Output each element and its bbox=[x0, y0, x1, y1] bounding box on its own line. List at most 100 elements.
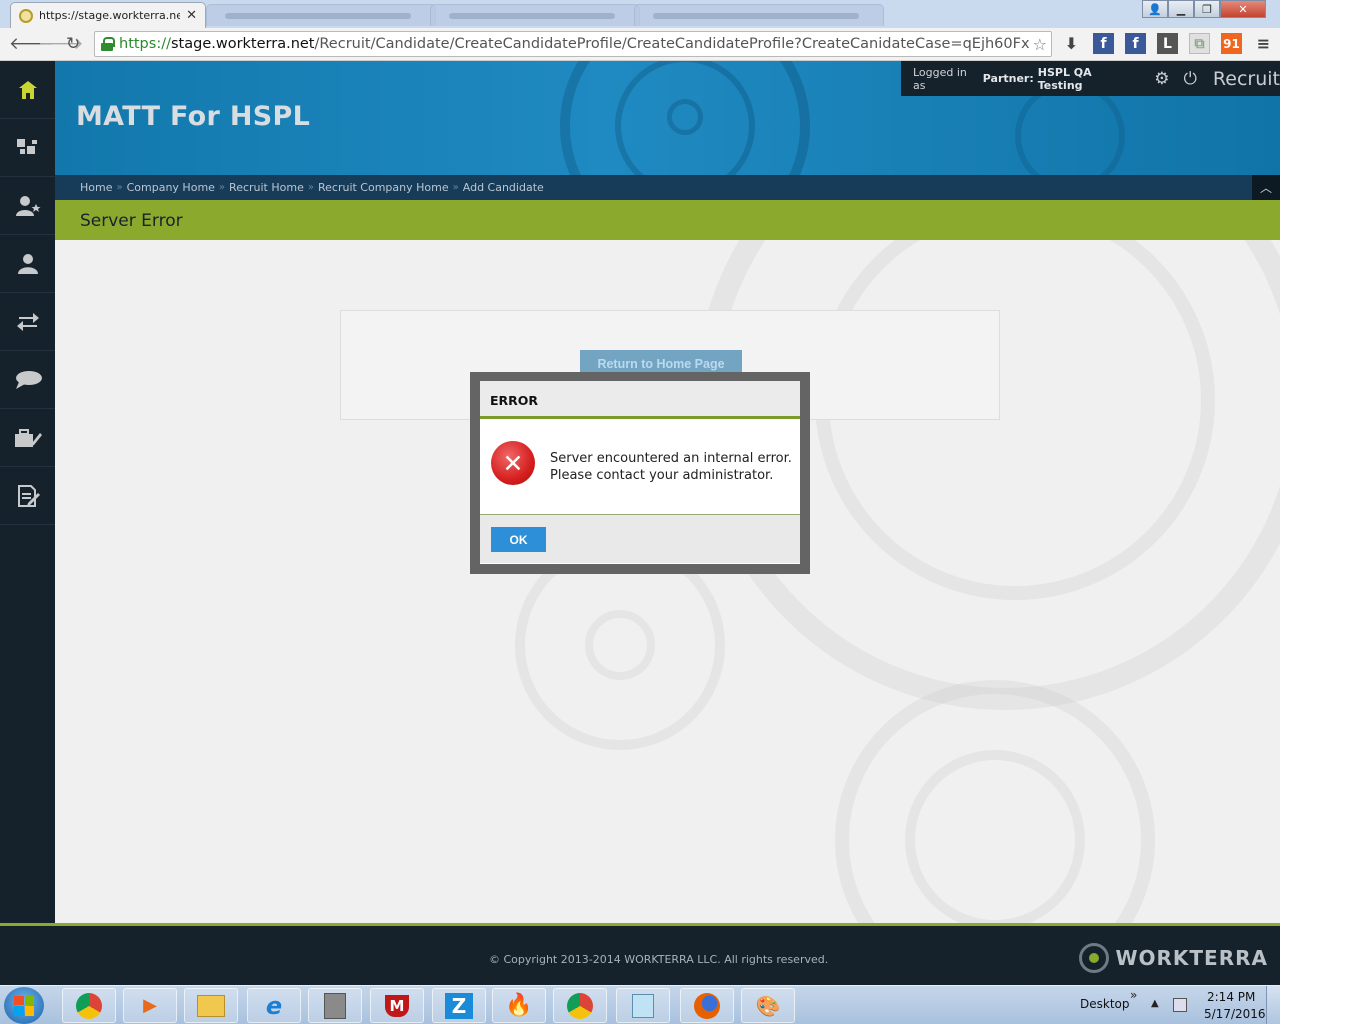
taskbar-fire-app[interactable]: 🔥 bbox=[492, 988, 546, 1023]
user-star-icon bbox=[15, 195, 40, 216]
lock-icon bbox=[101, 37, 115, 51]
download-icon[interactable]: ⬇ bbox=[1061, 33, 1082, 54]
collapse-header-icon[interactable]: ︿ bbox=[1252, 175, 1280, 200]
menu-icon[interactable]: ≡ bbox=[1253, 33, 1274, 54]
puzzle-icon[interactable]: ⧉ bbox=[1189, 33, 1210, 54]
error-message-line-1: Server encountered an internal error. bbox=[550, 451, 792, 466]
facebook-icon[interactable]: f bbox=[1125, 33, 1146, 54]
network-icon[interactable] bbox=[1173, 998, 1187, 1012]
tab-title: https://stage.workterra.ne bbox=[39, 9, 181, 22]
chrome-icon bbox=[76, 992, 102, 1019]
breadcrumb-separator: » bbox=[116, 182, 123, 193]
breadcrumb-item-company-home[interactable]: Company Home bbox=[127, 181, 215, 194]
breadcrumb-item-recruit-home[interactable]: Recruit Home bbox=[229, 181, 304, 194]
91-icon[interactable]: 91 bbox=[1221, 33, 1242, 54]
tray-expand-icon[interactable]: ▲ bbox=[1151, 998, 1159, 1009]
maximize-icon[interactable]: ❐ bbox=[1194, 0, 1220, 18]
site-favicon-icon bbox=[19, 8, 33, 23]
sidebar-item-candidates[interactable] bbox=[0, 177, 55, 235]
home-icon bbox=[18, 80, 37, 99]
file-explorer-icon bbox=[197, 994, 225, 1017]
user-icon bbox=[17, 253, 38, 274]
archive-icon bbox=[324, 992, 346, 1019]
z-app-icon: Z bbox=[444, 992, 474, 1019]
taskbar-mcafee[interactable]: M bbox=[370, 988, 424, 1023]
taskbar-internet-explorer[interactable]: e bbox=[247, 988, 301, 1023]
page-title: Server Error bbox=[80, 211, 183, 231]
minimize-icon[interactable]: ▁ bbox=[1168, 0, 1194, 18]
ok-button[interactable]: OK bbox=[491, 527, 546, 552]
desktop-toolbar-label[interactable]: Desktop bbox=[1080, 997, 1130, 1011]
module-name[interactable]: Recruit bbox=[1213, 68, 1280, 90]
show-desktop-button[interactable] bbox=[1266, 986, 1280, 1024]
site-title: MATT For HSPL bbox=[76, 101, 311, 132]
profile-icon[interactable]: 👤 bbox=[1142, 0, 1168, 18]
browser-tab-inactive[interactable] bbox=[206, 4, 436, 26]
reload-icon[interactable]: ↻ bbox=[66, 34, 80, 54]
address-bar[interactable]: https://stage.workterra.net/Recruit/Cand… bbox=[94, 31, 1052, 57]
taskbar-media-player[interactable]: ▶ bbox=[123, 988, 177, 1023]
puzzle-icon bbox=[16, 138, 37, 154]
clock-time[interactable]: 2:14 PM bbox=[1207, 990, 1255, 1004]
taskbar: ▶ e M Z 🔥 🎨 Desktop » ▲ 2:14 PM 5/17/201… bbox=[0, 985, 1280, 1024]
url-host: stage.workterra.net bbox=[170, 36, 315, 52]
breadcrumb-item-home[interactable]: Home bbox=[80, 181, 112, 194]
taskbar-notepad[interactable] bbox=[616, 988, 670, 1023]
breadcrumb-separator: » bbox=[452, 182, 459, 193]
error-dialog: ERROR ✕ Server encountered an internal e… bbox=[480, 381, 800, 564]
taskbar-archive[interactable] bbox=[308, 988, 362, 1023]
taskbar-paint[interactable]: 🎨 bbox=[741, 988, 795, 1023]
error-x-icon: ✕ bbox=[491, 441, 535, 485]
url-path: /Recruit/Candidate/CreateCandidateProfil… bbox=[314, 36, 1029, 52]
logged-in-label: Logged in as bbox=[913, 65, 967, 92]
power-icon[interactable]: ⏻ bbox=[1183, 69, 1196, 89]
taskbar-firefox[interactable] bbox=[680, 988, 734, 1023]
firefox-icon bbox=[694, 992, 720, 1019]
sidebar-item-home[interactable] bbox=[0, 61, 55, 119]
bookmark-star-icon[interactable]: ☆ bbox=[1029, 35, 1051, 54]
swap-arrows-icon bbox=[16, 312, 39, 331]
breadcrumb-item-add-candidate: Add Candidate bbox=[462, 181, 544, 194]
notepad-icon bbox=[632, 993, 654, 1018]
document-edit-icon bbox=[17, 484, 40, 507]
workterra-logo: WORKTERRA bbox=[1079, 943, 1268, 973]
sidebar bbox=[0, 61, 55, 923]
sidebar-item-users[interactable] bbox=[0, 235, 55, 293]
browser-tab-inactive[interactable] bbox=[430, 4, 640, 26]
sidebar-item-reports[interactable] bbox=[0, 467, 55, 525]
sidebar-item-transfer[interactable] bbox=[0, 293, 55, 351]
mcafee-icon: M bbox=[384, 994, 410, 1017]
close-window-icon[interactable]: ✕ bbox=[1220, 0, 1266, 18]
url-text[interactable]: https://stage.workterra.net/Recruit/Cand… bbox=[119, 36, 1029, 52]
browser-toolbar: 🡐 🡒 ↻ https://stage.workterra.net/Recrui… bbox=[0, 28, 1280, 61]
workterra-logo-icon bbox=[1079, 943, 1110, 973]
taskbar-file-explorer[interactable] bbox=[184, 988, 238, 1023]
sidebar-item-jobs[interactable] bbox=[0, 409, 55, 467]
screen-margin bbox=[1280, 0, 1358, 1024]
toolbar-chevron-icon[interactable]: » bbox=[1130, 988, 1137, 1002]
breadcrumb: Home » Company Home » Recruit Home » Rec… bbox=[55, 175, 1280, 200]
letter-l-icon[interactable]: L bbox=[1157, 33, 1178, 54]
page-title-bar: Server Error bbox=[55, 200, 1280, 240]
gear-icon[interactable]: ⚙ bbox=[1154, 69, 1169, 89]
taskbar-z-app[interactable]: Z bbox=[432, 988, 486, 1023]
tab-close-icon[interactable]: ✕ bbox=[186, 8, 197, 23]
start-button[interactable] bbox=[4, 987, 44, 1024]
clock-date[interactable]: 5/17/2016 bbox=[1204, 1007, 1266, 1021]
sidebar-item-messages[interactable] bbox=[0, 351, 55, 409]
browser-tab-inactive[interactable] bbox=[634, 4, 884, 26]
modal-overlay bbox=[55, 240, 1280, 923]
dialog-title: ERROR bbox=[480, 381, 800, 419]
dialog-body: ✕ Server encountered an internal error. … bbox=[480, 419, 800, 515]
taskbar-chrome[interactable] bbox=[62, 988, 116, 1023]
briefcase-edit-icon bbox=[14, 428, 42, 447]
browser-tab-active[interactable]: https://stage.workterra.ne ✕ bbox=[10, 2, 206, 28]
sidebar-item-modules[interactable] bbox=[0, 119, 55, 177]
window-controls: 👤 ▁ ❐ ✕ bbox=[1142, 0, 1266, 18]
taskbar-chrome-2[interactable] bbox=[553, 988, 607, 1023]
url-scheme: https:// bbox=[119, 36, 171, 52]
breadcrumb-separator: » bbox=[218, 182, 226, 193]
facebook-icon[interactable]: f bbox=[1093, 33, 1114, 54]
chrome-icon bbox=[567, 992, 593, 1019]
breadcrumb-item-recruit-company-home[interactable]: Recruit Company Home bbox=[318, 181, 449, 194]
